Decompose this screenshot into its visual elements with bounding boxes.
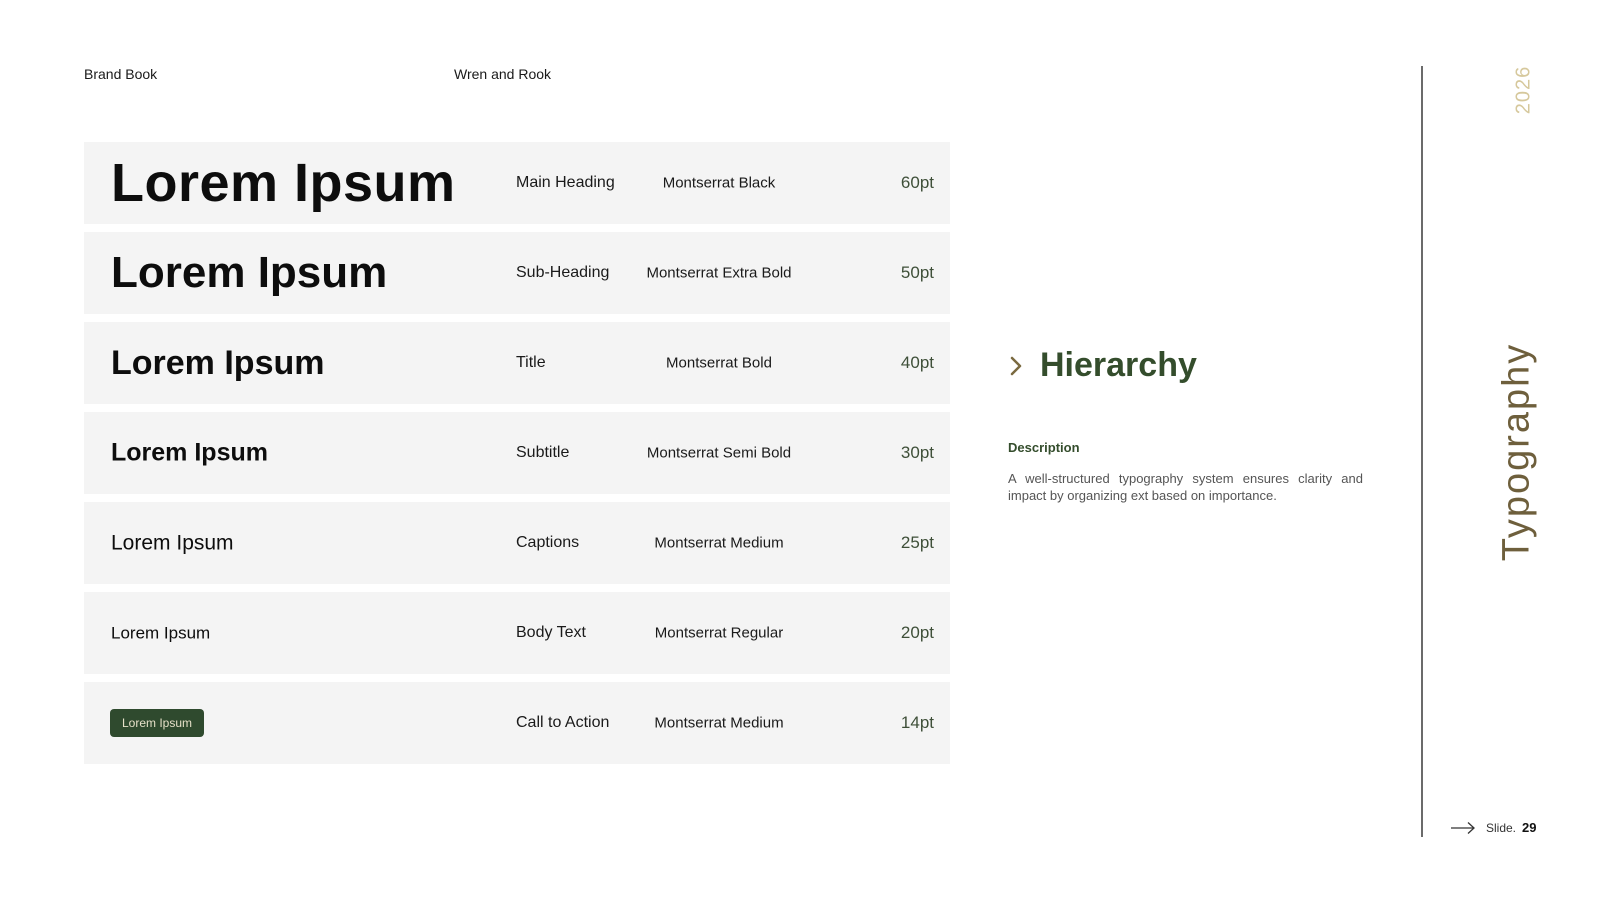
arrow-right-icon [1451, 821, 1475, 834]
vertical-section-title: Typography [1495, 342, 1538, 562]
type-row-sub-heading: Lorem Ipsum Sub-Heading Montserrat Extra… [84, 232, 950, 314]
type-size: 40pt [900, 353, 934, 372]
type-sample: Lorem Ipsum [111, 531, 234, 555]
type-row-main-heading: Lorem Ipsum Main Heading Montserrat Blac… [84, 142, 950, 224]
type-sample: Lorem Ipsum [111, 248, 388, 297]
type-font: Montserrat Medium [654, 714, 784, 732]
type-font: Montserrat Black [662, 174, 776, 192]
type-row-call-to-action: Lorem Ipsum Call to Action Montserrat Me… [84, 682, 950, 764]
type-role: Body Text [516, 624, 586, 641]
cta-sample-button[interactable]: Lorem Ipsum [110, 709, 205, 737]
type-role: Captions [516, 534, 580, 551]
slide-label: Slide. [1486, 820, 1517, 835]
type-sample: Lorem Ipsum [111, 623, 211, 643]
type-size: 20pt [900, 623, 934, 642]
type-role: Title [516, 354, 546, 371]
type-sample: Lorem Ipsum [111, 438, 268, 467]
slide-indicator: Slide. 29 [1450, 820, 1537, 835]
section-title: Hierarchy [1040, 346, 1197, 384]
type-font: Montserrat Extra Bold [646, 264, 792, 282]
slide-number: 29 [1522, 820, 1537, 835]
type-row-captions: Lorem Ipsum Captions Montserrat Medium 2… [84, 502, 950, 584]
type-size: 25pt [900, 533, 934, 552]
type-sample: Lorem Ipsum [111, 344, 325, 382]
type-size: 50pt [900, 263, 934, 282]
typography-table: Lorem Ipsum Main Heading Montserrat Blac… [84, 142, 950, 772]
year-label: 2026 [1512, 65, 1535, 115]
type-size: 14pt [900, 713, 934, 732]
company-name: Wren and Rook [454, 66, 552, 82]
chevron-right-icon [1010, 356, 1022, 375]
type-role: Subtitle [516, 444, 570, 461]
description-label: Description [1008, 440, 1080, 455]
type-font: Montserrat Semi Bold [646, 444, 792, 462]
type-size: 60pt [900, 173, 934, 192]
vertical-divider [1421, 66, 1423, 837]
description-text: A well-structured typography system ensu… [1008, 471, 1363, 503]
type-font: Montserrat Bold [666, 354, 772, 372]
type-font: Montserrat Regular [654, 624, 784, 642]
section-heading: Hierarchy [1006, 346, 1197, 385]
type-row-subtitle: Lorem Ipsum Subtitle Montserrat Semi Bol… [84, 412, 950, 494]
brand-label: Brand Book [84, 66, 158, 82]
type-font: Montserrat Medium [654, 534, 784, 552]
type-row-title: Lorem Ipsum Title Montserrat Bold 40pt [84, 322, 950, 404]
type-sample: Lorem Ipsum [111, 153, 456, 213]
type-row-body-text: Lorem Ipsum Body Text Montserrat Regular… [84, 592, 950, 674]
type-size: 30pt [900, 443, 934, 462]
